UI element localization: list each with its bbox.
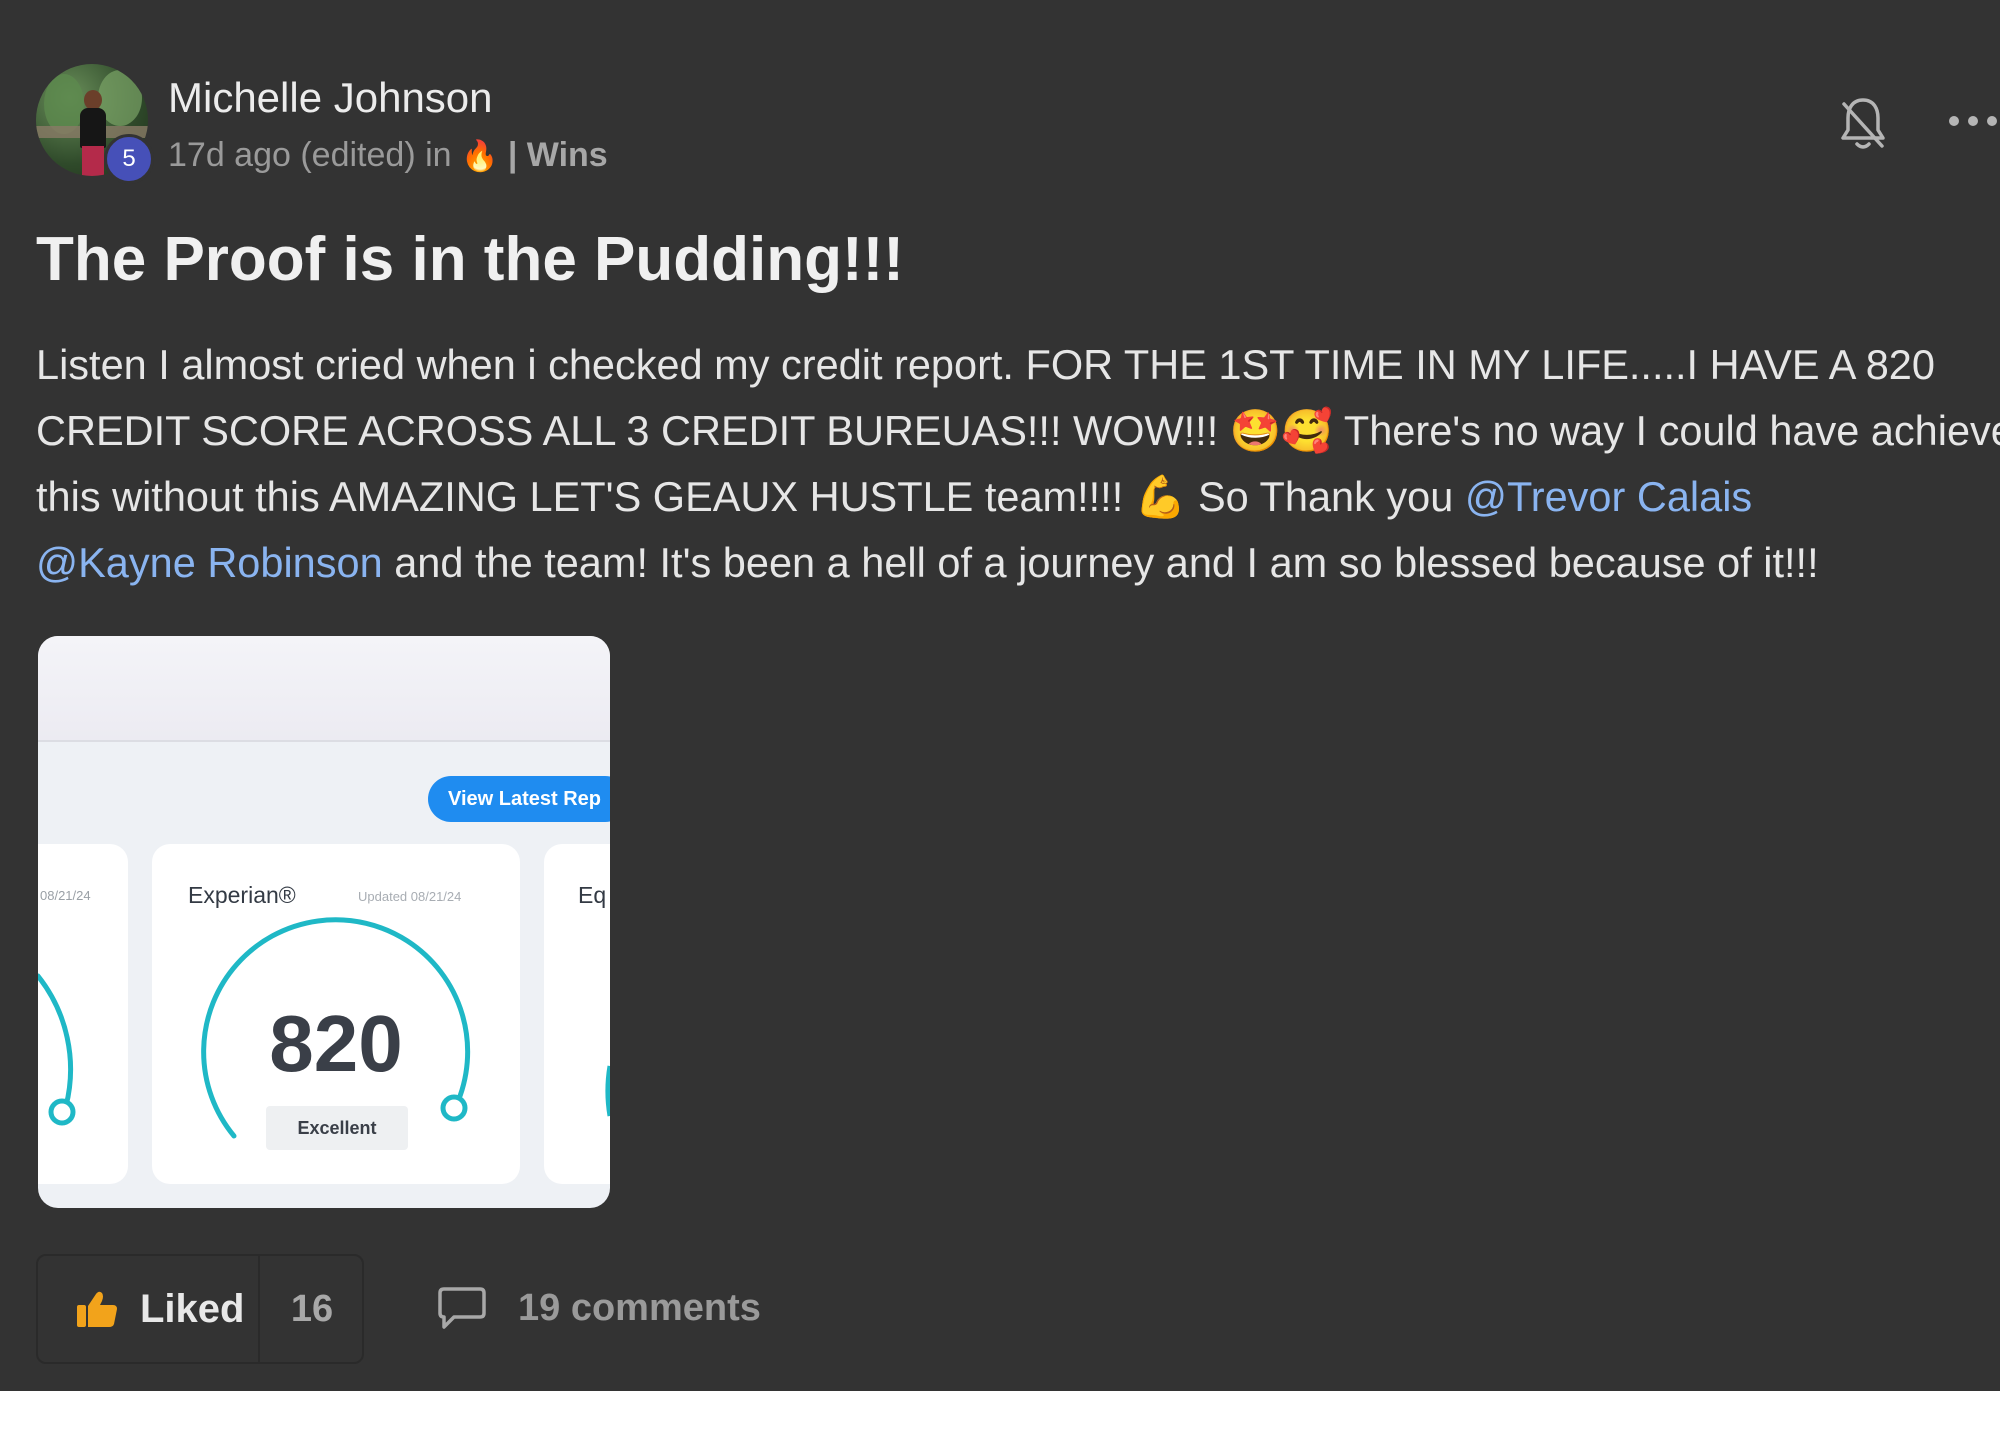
body-line-3-text: this without this AMAZING LET'S GEAUX HU…	[36, 473, 1465, 520]
experian-gauge-knob	[440, 1094, 468, 1122]
body-line-4: @Kayne Robinson and the team! It's been …	[36, 530, 2000, 596]
fire-emoji: 🔥	[461, 140, 499, 173]
bell-off-icon[interactable]	[1838, 96, 1888, 154]
thumbs-up-icon	[77, 1291, 117, 1327]
body-line-1: Listen I almost cried when i checked my …	[36, 341, 1935, 388]
post-body: Listen I almost cried when i checked my …	[36, 332, 2000, 596]
like-count[interactable]: 16	[260, 1256, 364, 1362]
more-options-icon[interactable]	[1946, 106, 2000, 136]
post-card: 5 Michelle Johnson 17d ago (edited) in 🔥…	[0, 0, 2000, 1391]
like-button[interactable]: Liked	[38, 1256, 260, 1362]
post-meta: 17d ago (edited) in 🔥 | Wins	[168, 136, 608, 175]
body-line-2: CREDIT SCORE ACROSS ALL 3 CREDIT BUREUAS…	[36, 407, 2000, 454]
body-line-4-text: and the team! It's been a hell of a jour…	[382, 539, 1819, 586]
like-control: Liked 16	[36, 1254, 364, 1364]
credit-score: 820	[269, 999, 403, 1088]
liked-label: Liked	[140, 1286, 245, 1331]
comment-icon	[438, 1287, 486, 1329]
right-gauge-arc	[605, 1065, 610, 1117]
mention-kayne-robinson[interactable]: @Kayne Robinson	[36, 539, 383, 586]
mention-trevor-calais[interactable]: @Trevor Calais	[1465, 473, 1752, 520]
author-avatar-container[interactable]: 5	[36, 64, 154, 184]
post-title[interactable]: The Proof is in the Pudding!!!	[36, 224, 904, 295]
category-link[interactable]: | Wins	[508, 136, 608, 174]
left-gauge-knob	[48, 1098, 76, 1126]
score-rating: Excellent	[266, 1106, 408, 1150]
post-image[interactable]: View Latest Rep 08/21/24 Experian® Updat…	[38, 636, 610, 1208]
edited-label: (edited) in	[300, 136, 452, 174]
comments-count: 19 comments	[518, 1286, 761, 1329]
body-line-3: this without this AMAZING LET'S GEAUX HU…	[36, 464, 2000, 530]
left-gauge-arc	[38, 973, 74, 1109]
author-name[interactable]: Michelle Johnson	[168, 74, 493, 122]
comments-button[interactable]: 19 comments	[436, 1278, 761, 1338]
post-time[interactable]: 17d ago	[168, 136, 291, 174]
level-badge: 5	[104, 134, 154, 184]
